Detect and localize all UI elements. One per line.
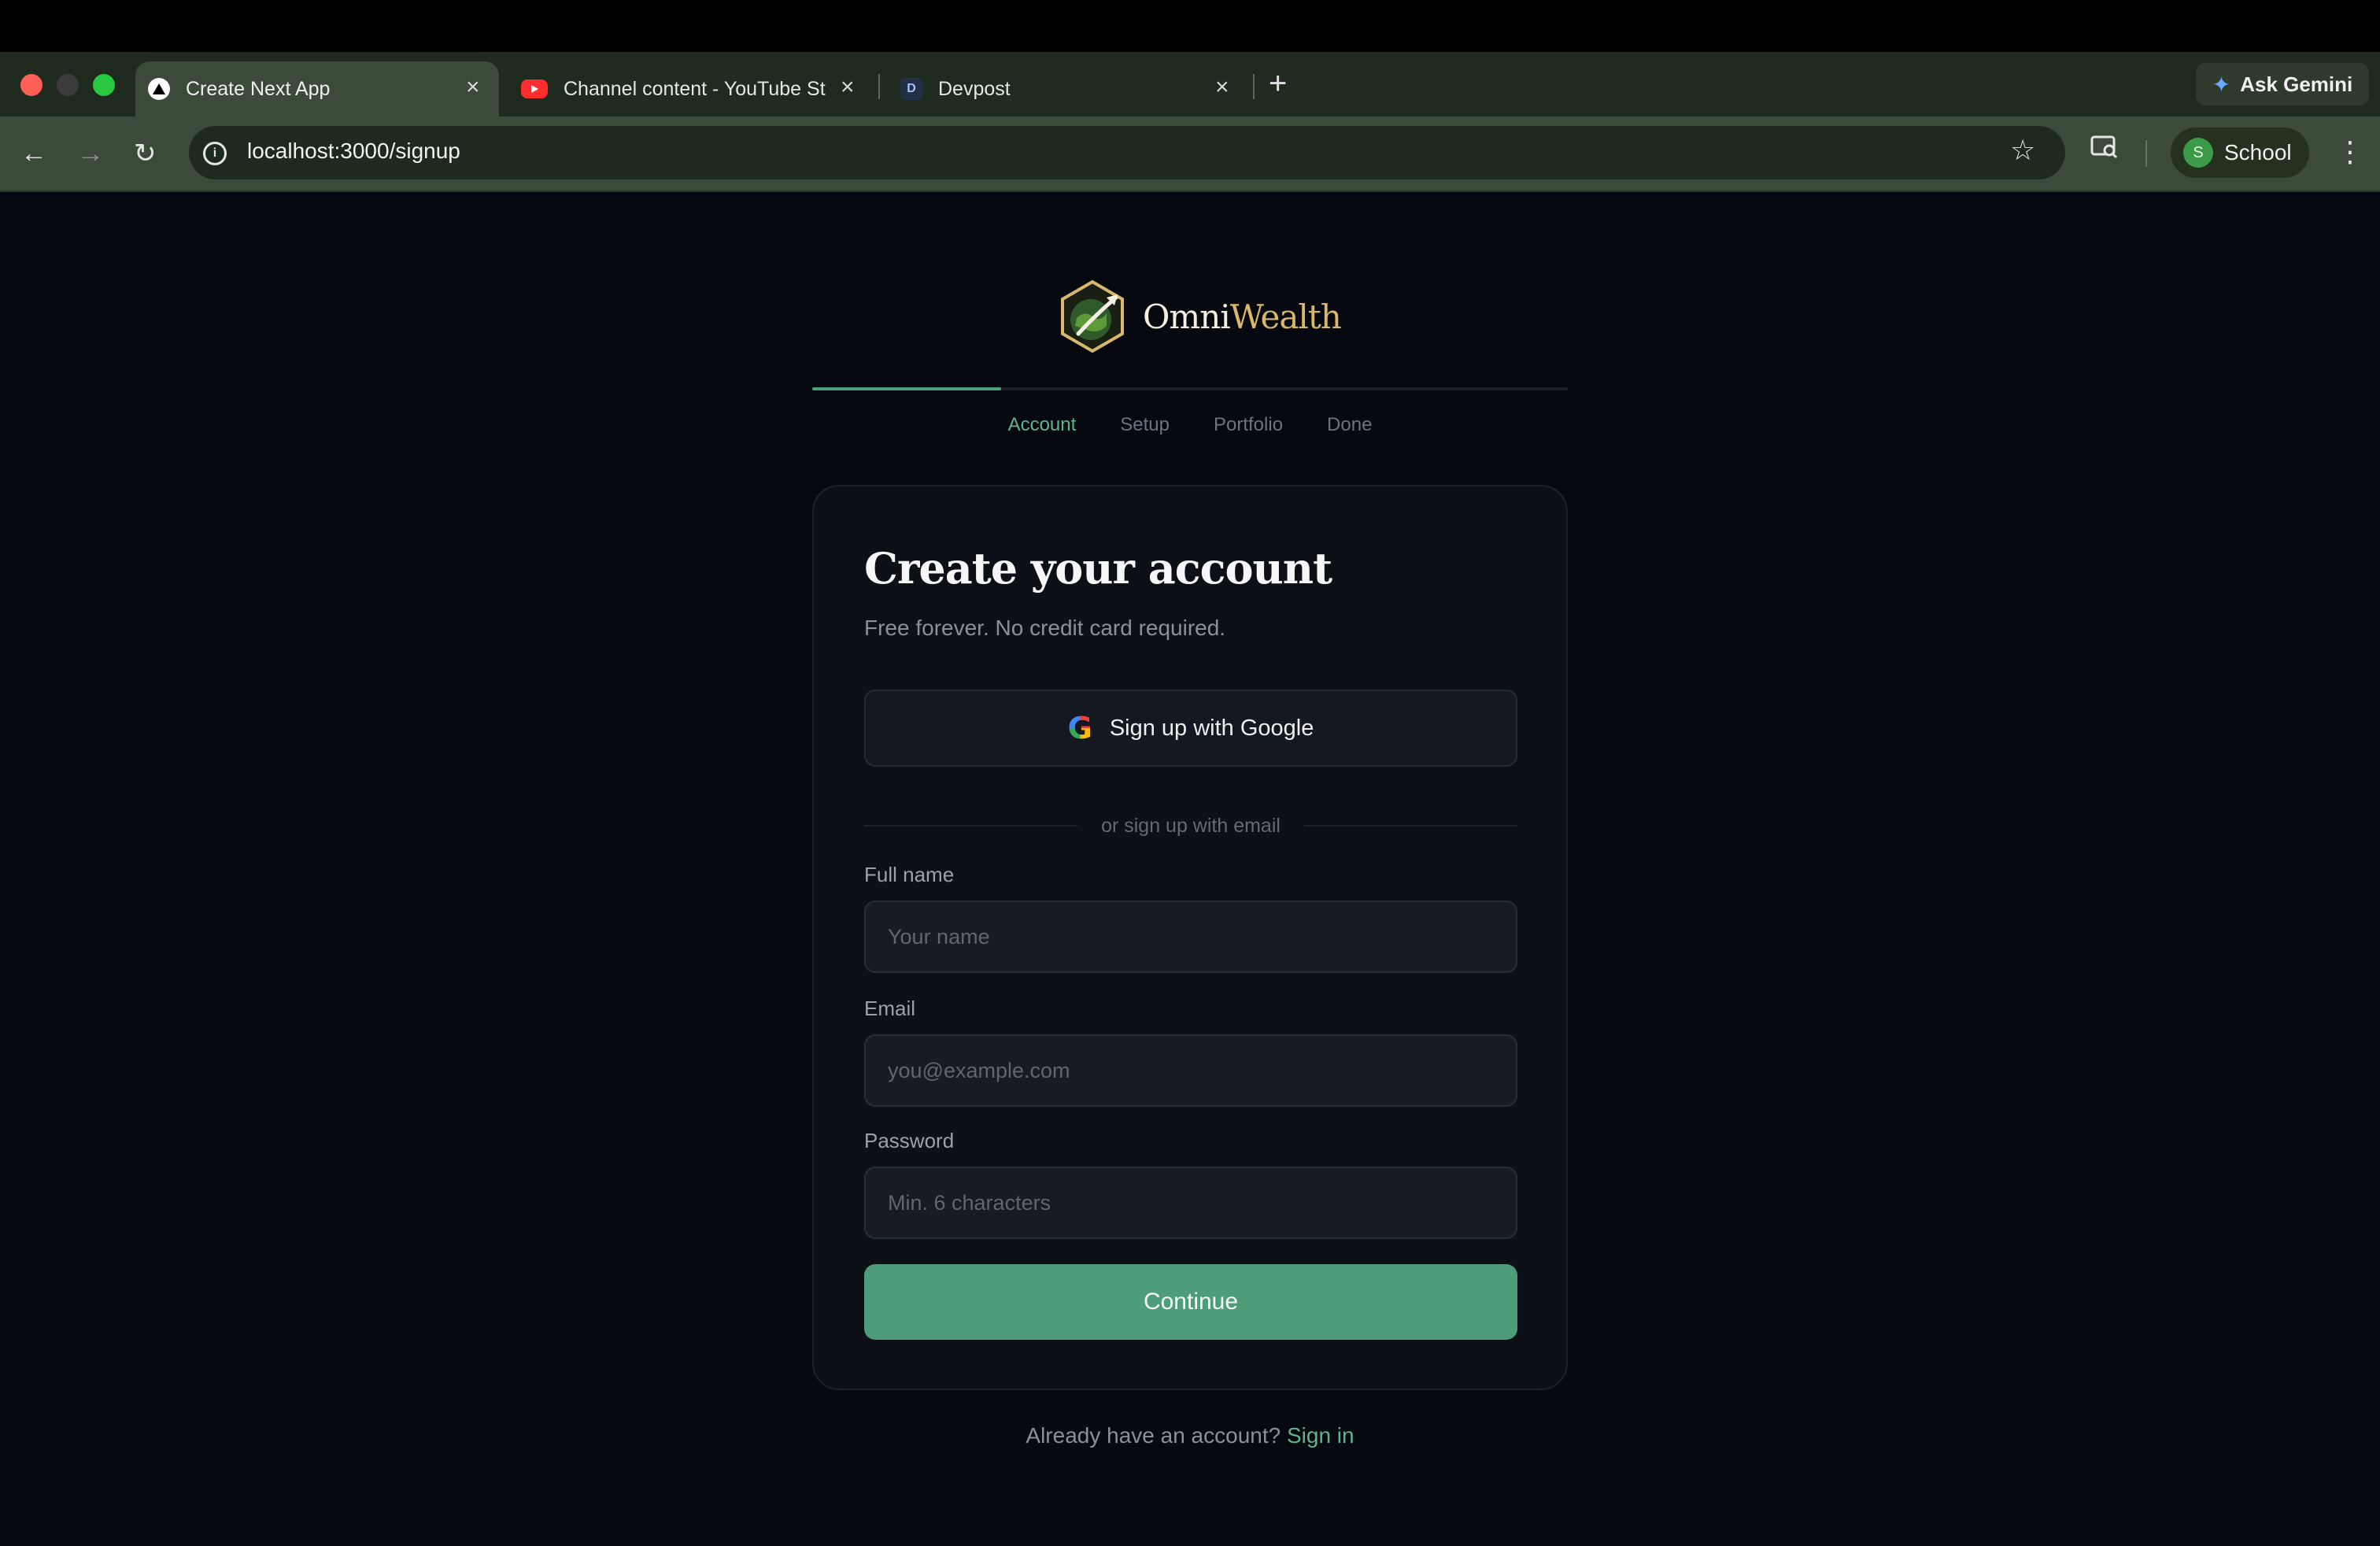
tab-youtube-studio[interactable]: Channel content - YouTube Studio × xyxy=(512,61,866,117)
google-icon: G xyxy=(1067,711,1092,745)
signup-card: Create your account Free forever. No cre… xyxy=(812,485,1568,1390)
tab-title: Create Next App xyxy=(186,77,331,100)
back-icon[interactable]: ← xyxy=(20,134,47,173)
email-field[interactable] xyxy=(864,1034,1517,1107)
gemini-sparkle-icon: ✦ xyxy=(2212,72,2231,97)
signin-prompt: Already have an account? Sign in xyxy=(812,1423,1568,1448)
signin-prompt-text: Already have an account? xyxy=(1026,1423,1281,1448)
password-field[interactable] xyxy=(864,1167,1517,1239)
menu-bar-area xyxy=(0,0,2380,52)
devpost-icon: D xyxy=(900,78,922,100)
site-info-icon[interactable]: i xyxy=(203,142,227,165)
nextjs-icon xyxy=(148,78,170,100)
ask-gemini-label: Ask Gemini xyxy=(2240,72,2353,96)
divider-line xyxy=(864,825,1078,827)
close-tab-icon[interactable]: × xyxy=(841,74,855,101)
divider-line xyxy=(1303,825,1518,827)
youtube-icon xyxy=(521,80,548,98)
close-tab-icon[interactable]: × xyxy=(1215,74,1229,101)
google-signup-label: Sign up with Google xyxy=(1109,715,1314,741)
toolbar-separator xyxy=(2145,140,2147,167)
brand-name-part2: Wealth xyxy=(1229,297,1342,336)
google-signup-button[interactable]: G Sign up with Google xyxy=(864,690,1517,767)
bookmark-star-icon[interactable]: ☆ xyxy=(2010,134,2035,167)
continue-button[interactable]: Continue xyxy=(864,1264,1517,1340)
more-menu-icon[interactable]: ⋮ xyxy=(2336,135,2364,168)
page-title: Create your account xyxy=(864,543,1332,594)
maximize-window-button[interactable] xyxy=(93,74,115,96)
url-text[interactable]: localhost:3000/signup xyxy=(247,139,460,164)
onboarding-steps: Account Setup Portfolio Done xyxy=(812,414,1568,436)
ask-gemini-button[interactable]: ✦ Ask Gemini xyxy=(2196,63,2369,105)
or-divider: or sign up with email xyxy=(864,812,1518,839)
brand-name: OmniWealth xyxy=(1143,297,1342,336)
onboarding-progress-fill xyxy=(812,387,1001,390)
tab-devpost[interactable]: D Devpost × xyxy=(888,61,1242,117)
avatar: S xyxy=(2183,138,2213,168)
onboarding-progress-bar xyxy=(812,387,1568,390)
omniwealth-logo-icon xyxy=(1061,279,1124,353)
tab-create-next-app[interactable]: Create Next App × xyxy=(135,61,499,117)
divider-text: or sign up with email xyxy=(1101,814,1281,837)
tab-title: Devpost xyxy=(938,77,1011,100)
page-subtitle: Free forever. No credit card required. xyxy=(864,616,1226,640)
reload-icon[interactable]: ↻ xyxy=(134,134,157,173)
step-account: Account xyxy=(1007,414,1077,435)
signin-link[interactable]: Sign in xyxy=(1287,1423,1354,1448)
step-done: Done xyxy=(1327,414,1373,435)
brand-name-part1: Omni xyxy=(1143,297,1231,336)
full-name-field[interactable] xyxy=(864,901,1517,973)
step-portfolio: Portfolio xyxy=(1214,414,1284,435)
tab-separator xyxy=(1253,74,1255,99)
new-tab-button[interactable]: + xyxy=(1269,68,1287,99)
email-label: Email xyxy=(864,997,916,1020)
password-label: Password xyxy=(864,1129,955,1152)
tab-search-icon[interactable] xyxy=(2090,134,2119,168)
profile-label: School xyxy=(2224,140,2292,165)
profile-button[interactable]: S School xyxy=(2171,128,2309,178)
close-tab-icon[interactable]: × xyxy=(466,74,480,101)
omniwealth-logo: OmniWealth xyxy=(1055,279,1342,354)
full-name-label: Full name xyxy=(864,863,955,886)
close-window-button[interactable] xyxy=(20,74,42,96)
address-bar[interactable] xyxy=(189,126,2065,179)
tab-title: Channel content - YouTube Studio xyxy=(564,77,826,100)
tab-separator xyxy=(878,74,880,99)
minimize-window-button[interactable] xyxy=(57,74,79,96)
step-setup: Setup xyxy=(1120,414,1170,435)
forward-icon[interactable]: → xyxy=(77,134,104,173)
